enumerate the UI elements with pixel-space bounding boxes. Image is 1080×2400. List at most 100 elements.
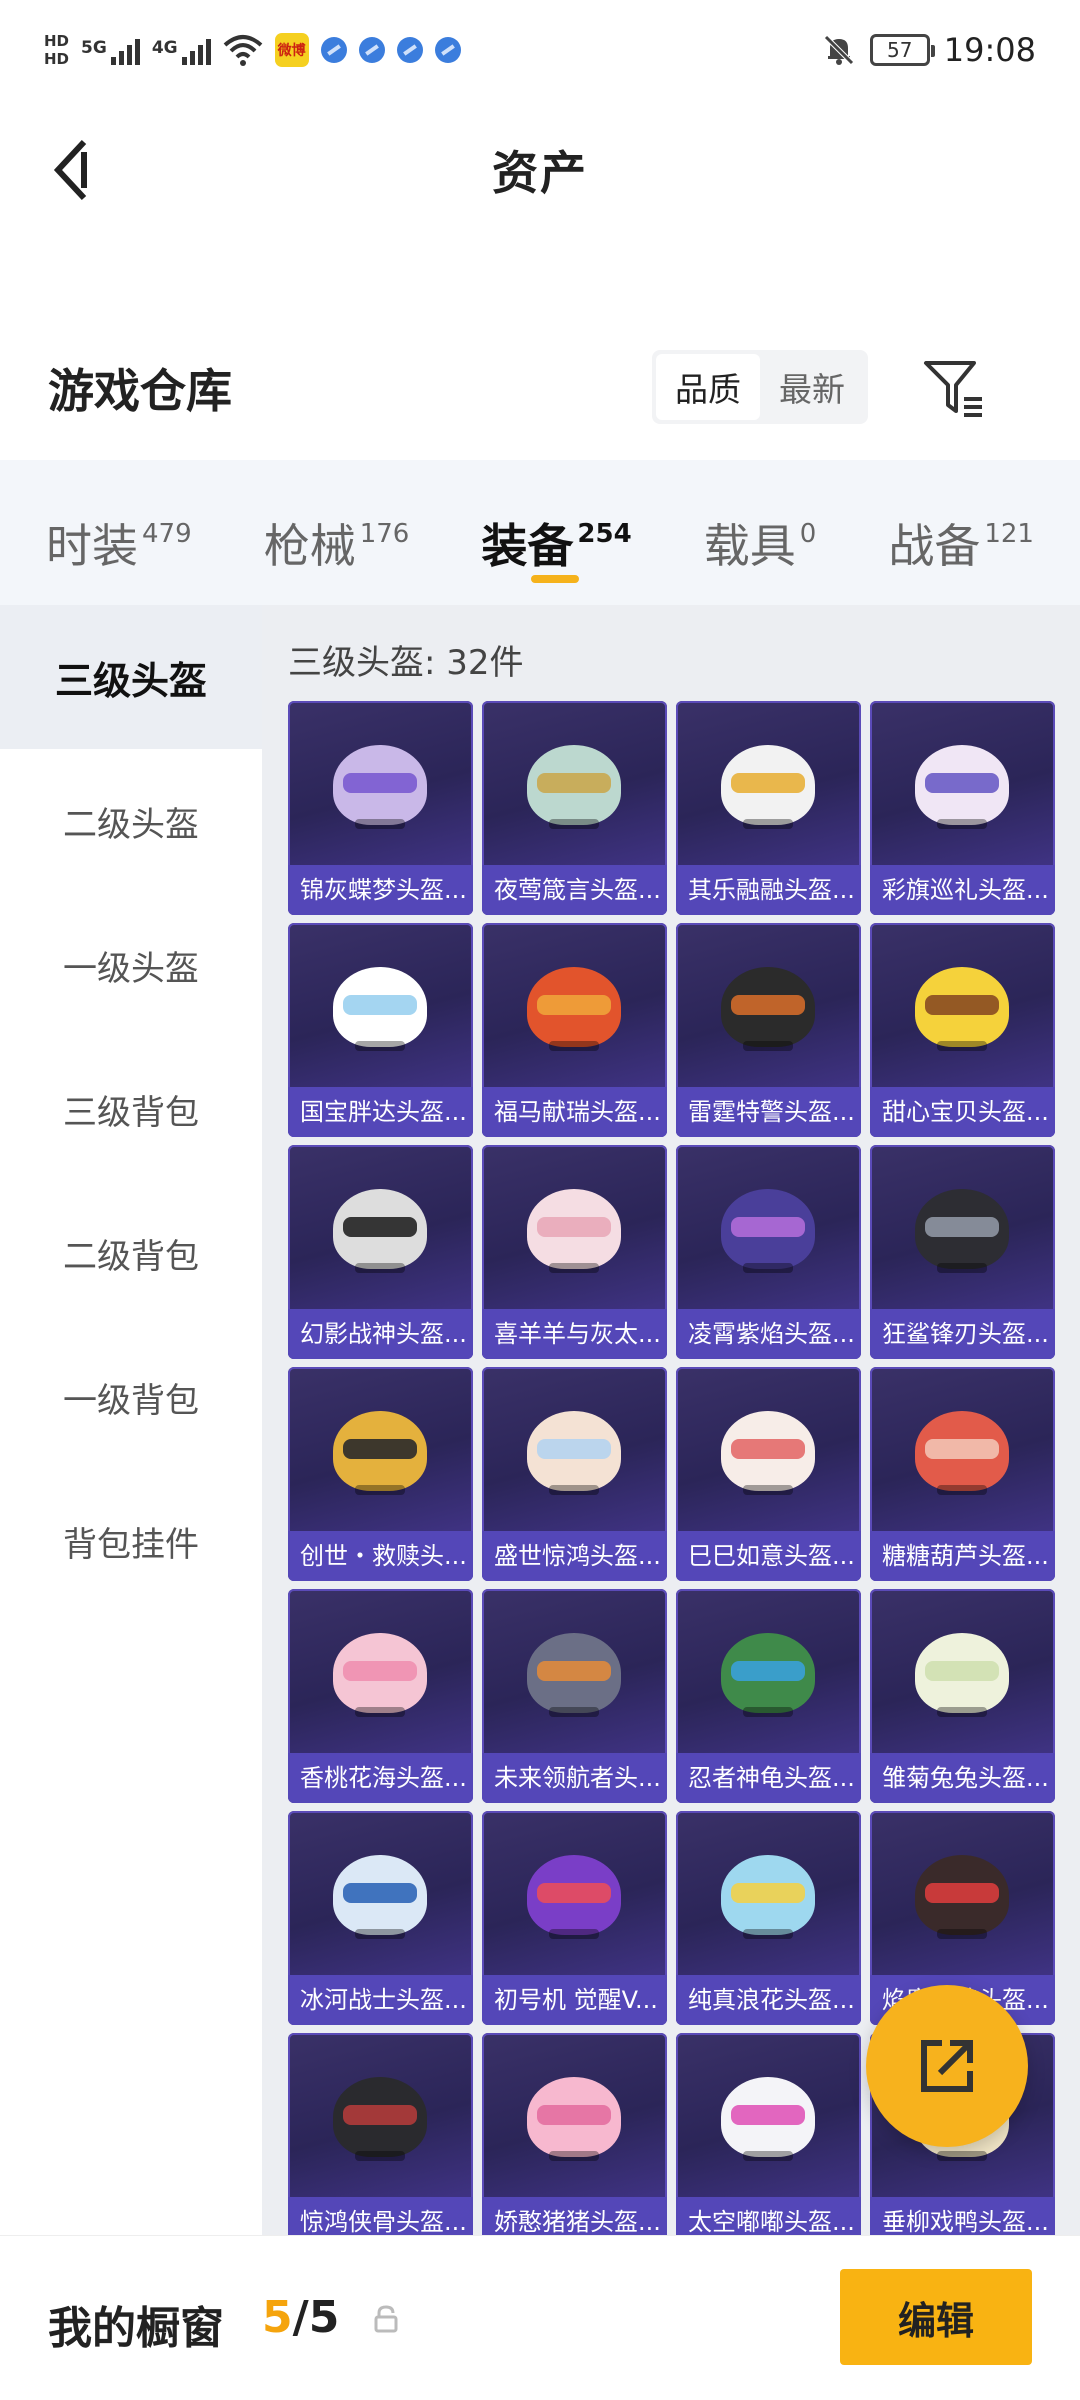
helmet-strap — [355, 819, 405, 829]
helmet-name: 凌霄紫焰头盔... — [676, 1309, 861, 1359]
helmet-card[interactable]: 彩旗巡礼头盔... — [870, 701, 1055, 915]
nav-bar: 资产 — [0, 120, 1080, 220]
helmet-visor — [731, 2105, 805, 2125]
helmet-visor — [731, 1439, 805, 1459]
helmet-strap — [937, 1485, 987, 1495]
sub-category-level1-helmet[interactable]: 一级头盔 — [0, 893, 262, 1037]
helmet-visor — [537, 1439, 611, 1459]
battery-icon: 57 — [869, 34, 935, 66]
helmet-card[interactable]: 狂鲨锋刃头盔... — [870, 1145, 1055, 1359]
helmet-name: 糖糖葫芦头盔... — [870, 1531, 1055, 1581]
helmet-image — [325, 1175, 435, 1285]
helmet-visor — [925, 1217, 999, 1237]
helmet-card[interactable]: 惊鸿侠骨头盔... — [288, 2033, 473, 2235]
helmet-card[interactable]: 初号机 觉醒V... — [482, 1811, 667, 2025]
helmet-strap — [355, 1263, 405, 1273]
helmet-strap — [743, 2151, 793, 2161]
showcase-total: 5 — [308, 2292, 340, 2343]
share-button[interactable] — [866, 1985, 1028, 2147]
category-tabs: 时装 479 枪械 176 装备 254 载具 0 战备 121 — [0, 460, 1080, 605]
helmet-name: 盛世惊鸿头盔... — [482, 1531, 667, 1581]
helmet-strap — [549, 1929, 599, 1939]
helmet-card[interactable]: 糖糖葫芦头盔... — [870, 1367, 1055, 1581]
battery-level: 57 — [887, 38, 913, 62]
helmet-strap — [549, 819, 599, 829]
helmet-card[interactable]: 幻影战神头盔... — [288, 1145, 473, 1359]
helmet-card[interactable]: 冰河战士头盔... — [288, 1811, 473, 2025]
wifi-icon — [223, 35, 262, 66]
showcase-label: 我的橱窗 — [48, 2303, 224, 2354]
helmet-name: 忍者神龟头盔... — [676, 1753, 861, 1803]
helmet-strap — [355, 1485, 405, 1495]
back-button[interactable] — [40, 138, 104, 202]
helmet-card[interactable]: 其乐融融头盔... — [676, 701, 861, 915]
helmet-card[interactable]: 巳巳如意头盔... — [676, 1367, 861, 1581]
helmet-name: 锦灰蝶梦头盔... — [288, 865, 473, 915]
weibo-app-icon: 微博 — [274, 33, 309, 67]
helmet-card[interactable]: 纯真浪花头盔... — [676, 1811, 861, 2025]
sub-category-level3-backpack[interactable]: 三级背包 — [0, 1037, 262, 1181]
tab-vehicles[interactable]: 载具 0 — [704, 483, 817, 583]
helmet-card[interactable]: 盛世惊鸿头盔... — [482, 1367, 667, 1581]
helmet-card[interactable]: 娇憨猪猪头盔... — [482, 2033, 667, 2235]
helmet-card[interactable]: 喜羊羊与灰太... — [482, 1145, 667, 1359]
tab-label: 战备 — [888, 518, 981, 573]
helmet-card[interactable]: 忍者神龟头盔... — [676, 1589, 861, 1803]
helmet-strap — [937, 2151, 987, 2161]
helmet-image — [713, 1841, 823, 1951]
helmet-image — [713, 1175, 823, 1285]
sub-category-level1-backpack[interactable]: 一级背包 — [0, 1325, 262, 1469]
sub-category-level3-helmet[interactable]: 三级头盔 — [0, 605, 262, 749]
notification-icon-2 — [358, 37, 385, 63]
helmet-visor — [343, 1217, 417, 1237]
helmet-strap — [549, 1263, 599, 1273]
helmet-strap — [743, 1041, 793, 1051]
helmet-card[interactable]: 香桃花海头盔... — [288, 1589, 473, 1803]
sub-category-filler — [0, 1613, 262, 2235]
sub-category-backpack-charm[interactable]: 背包挂件 — [0, 1469, 262, 1613]
helmet-visor — [343, 1439, 417, 1459]
edit-button[interactable]: 编辑 — [840, 2269, 1032, 2365]
helmet-strap — [355, 1929, 405, 1939]
helmet-card[interactable]: 雷霆特警头盔... — [676, 923, 861, 1137]
sort-quality-button[interactable]: 品质 — [656, 354, 760, 420]
helmet-name: 雏菊兔兔头盔... — [870, 1753, 1055, 1803]
helmet-card[interactable]: 创世・救赎头... — [288, 1367, 473, 1581]
helmet-strap — [549, 1485, 599, 1495]
helmet-card[interactable]: 国宝胖达头盔... — [288, 923, 473, 1137]
hd-label-1: HD — [44, 32, 70, 50]
helmet-strap — [743, 1485, 793, 1495]
network-4g-label: 4G — [151, 38, 178, 58]
helmet-card[interactable]: 甜心宝贝头盔... — [870, 923, 1055, 1137]
helmet-card[interactable]: 太空嘟嘟头盔... — [676, 2033, 861, 2235]
helmet-card[interactable]: 凌霄紫焰头盔... — [676, 1145, 861, 1359]
helmet-name: 狂鲨锋刃头盔... — [870, 1309, 1055, 1359]
helmet-card[interactable]: 锦灰蝶梦头盔... — [288, 701, 473, 915]
helmet-visor — [731, 1217, 805, 1237]
helmet-image — [713, 953, 823, 1063]
helmet-name: 初号机 觉醒V... — [482, 1975, 667, 2025]
app-icon-text: 微博 — [277, 43, 306, 59]
sort-newest-button[interactable]: 最新 — [760, 354, 864, 420]
sub-category-level2-backpack[interactable]: 二级背包 — [0, 1181, 262, 1325]
sub-category-level2-helmet[interactable]: 二级头盔 — [0, 749, 262, 893]
tab-equipment[interactable]: 装备 254 — [481, 483, 632, 583]
helmet-card[interactable]: 未来领航者头... — [482, 1589, 667, 1803]
helmet-strap — [743, 1707, 793, 1717]
helmet-image — [519, 1397, 629, 1507]
helmet-card[interactable]: 福马献瑞头盔... — [482, 923, 667, 1137]
helmet-card[interactable]: 夜莺箴言头盔... — [482, 701, 667, 915]
lock-icon — [374, 2305, 398, 2333]
sub-category-rest: 二级头盔 一级头盔 三级背包 二级背包 一级背包 背包挂件 — [0, 749, 262, 2235]
helmet-image — [325, 731, 435, 841]
tab-fashion[interactable]: 时装 479 — [46, 483, 192, 583]
helmet-image — [713, 2063, 823, 2173]
tab-gear[interactable]: 战备 121 — [888, 483, 1034, 583]
helmet-card[interactable]: 雏菊兔兔头盔... — [870, 1589, 1055, 1803]
filter-icon[interactable] — [920, 355, 986, 421]
helmet-strap — [743, 1263, 793, 1273]
tab-weapons[interactable]: 枪械 176 — [264, 483, 410, 583]
helmet-name: 未来领航者头... — [482, 1753, 667, 1803]
sub-category-list: 三级头盔 二级头盔 一级头盔 三级背包 二级背包 一级背包 背包挂件 — [0, 605, 262, 2235]
tab-count: 121 — [984, 518, 1034, 549]
